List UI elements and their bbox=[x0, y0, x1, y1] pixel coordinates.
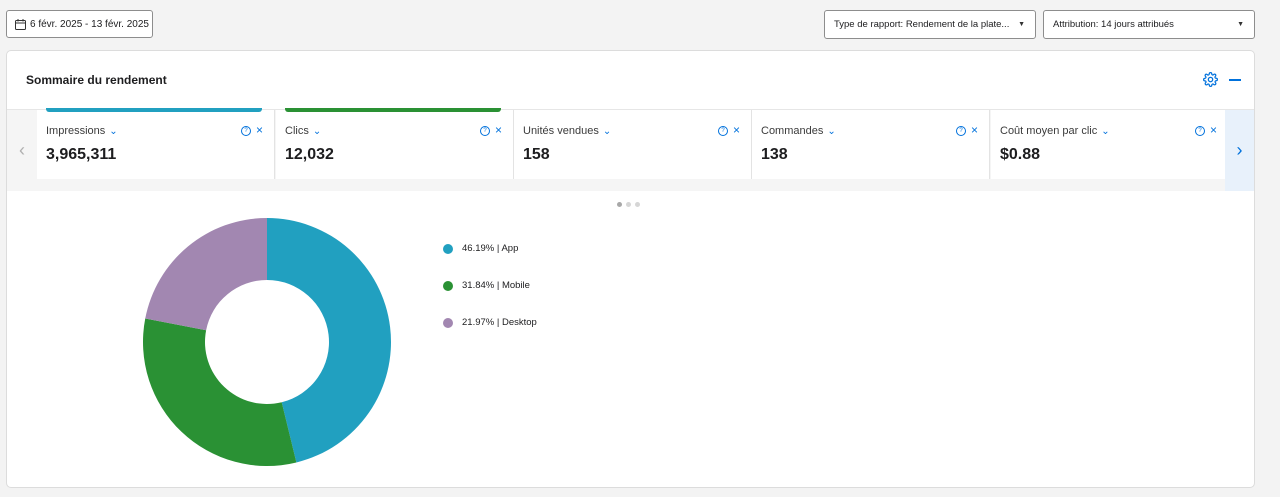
attribution-select[interactable]: Attribution: 14 jours attribués ▼ bbox=[1043, 10, 1255, 39]
carousel-dot[interactable] bbox=[617, 202, 622, 207]
report-type-label: Type de rapport: Rendement de la plate..… bbox=[834, 19, 1010, 30]
attribution-label: Attribution: 14 jours attribués bbox=[1053, 19, 1174, 30]
carousel-dot[interactable] bbox=[626, 202, 631, 207]
close-icon[interactable]: × bbox=[1210, 123, 1217, 137]
device-donut-chart bbox=[143, 218, 391, 466]
metric-card-units-sold[interactable]: Unités vendues ⌄ 158 ? × bbox=[514, 110, 752, 179]
chevron-left-icon[interactable]: ‹ bbox=[7, 110, 37, 191]
close-icon[interactable]: × bbox=[256, 123, 263, 137]
date-range-label: 6 févr. 2025 - 13 févr. 2025 bbox=[30, 18, 149, 30]
metric-label[interactable]: Clics ⌄ bbox=[285, 125, 321, 137]
metric-card-clics[interactable]: Clics ⌄ 12,032 ? × bbox=[276, 108, 514, 179]
chevron-down-icon: ⌄ bbox=[1101, 126, 1110, 137]
metric-card-impressions[interactable]: Impressions ⌄ 3,965,311 ? × bbox=[37, 108, 275, 179]
metric-value: 158 bbox=[523, 146, 550, 163]
metric-label[interactable]: Commandes ⌄ bbox=[761, 125, 836, 137]
collapse-icon[interactable] bbox=[1229, 79, 1241, 81]
carousel-dots bbox=[617, 202, 640, 207]
legend-item-mobile: 31.84% | Mobile bbox=[436, 267, 537, 304]
metric-value: 3,965,311 bbox=[46, 146, 117, 163]
chevron-down-icon: ⌄ bbox=[827, 126, 836, 137]
metric-label[interactable]: Impressions ⌄ bbox=[46, 125, 118, 137]
legend-swatch bbox=[443, 317, 453, 328]
metric-card-avg-cpc[interactable]: Coût moyen par clic ⌄ $0.88 ? × bbox=[991, 110, 1229, 179]
close-icon[interactable]: × bbox=[733, 123, 740, 137]
top-toolbar: 6 févr. 2025 - 13 févr. 2025 Type de rap… bbox=[0, 0, 1280, 50]
calendar-icon bbox=[15, 18, 26, 30]
help-icon[interactable]: ? bbox=[718, 126, 728, 136]
chart-legend: 46.19% | App 31.84% | Mobile 21.97% | De… bbox=[436, 230, 537, 341]
legend-label: 21.97% | Desktop bbox=[462, 317, 537, 328]
date-range-button[interactable]: 6 févr. 2025 - 13 févr. 2025 bbox=[6, 10, 153, 38]
caret-down-icon: ▼ bbox=[1237, 21, 1244, 28]
help-icon[interactable]: ? bbox=[480, 126, 490, 136]
gear-icon[interactable] bbox=[1203, 72, 1218, 87]
donut-slice-mobile[interactable] bbox=[143, 318, 297, 466]
caret-down-icon: ▼ bbox=[1018, 21, 1025, 28]
metrics-carousel: ‹ Impressions ⌄ 3,965,311 ? × Clics ⌄ 12,0… bbox=[7, 108, 1254, 191]
legend-item-app: 46.19% | App bbox=[436, 230, 537, 267]
legend-swatch bbox=[443, 280, 453, 291]
close-icon[interactable]: × bbox=[495, 123, 502, 137]
metric-color-bar bbox=[46, 108, 262, 112]
metric-label[interactable]: Coût moyen par clic ⌄ bbox=[1000, 125, 1110, 137]
report-type-select[interactable]: Type de rapport: Rendement de la plate..… bbox=[824, 10, 1036, 39]
chevron-down-icon: ⌄ bbox=[109, 126, 118, 137]
legend-label: 31.84% | Mobile bbox=[462, 280, 530, 291]
legend-item-desktop: 21.97% | Desktop bbox=[436, 304, 537, 341]
metric-value: 138 bbox=[761, 146, 788, 163]
donut-slice-desktop[interactable] bbox=[145, 218, 267, 331]
metric-value: $0.88 bbox=[1000, 146, 1041, 163]
legend-swatch bbox=[443, 243, 453, 254]
chevron-right-icon[interactable]: › bbox=[1225, 110, 1254, 191]
metric-label[interactable]: Unités vendues ⌄ bbox=[523, 125, 611, 137]
chevron-down-icon: ⌄ bbox=[312, 126, 322, 137]
chevron-down-icon: ⌄ bbox=[602, 126, 612, 137]
help-icon[interactable]: ? bbox=[241, 126, 251, 136]
help-icon[interactable]: ? bbox=[1195, 126, 1205, 136]
metric-card-orders[interactable]: Commandes ⌄ 138 ? × bbox=[752, 110, 990, 179]
close-icon[interactable]: × bbox=[971, 123, 978, 137]
metric-color-bar bbox=[285, 108, 501, 112]
legend-label: 46.19% | App bbox=[462, 243, 519, 254]
carousel-dot[interactable] bbox=[635, 202, 640, 207]
metric-value: 12,032 bbox=[285, 146, 334, 163]
card-title: Sommaire du rendement bbox=[26, 73, 167, 87]
help-icon[interactable]: ? bbox=[956, 126, 966, 136]
